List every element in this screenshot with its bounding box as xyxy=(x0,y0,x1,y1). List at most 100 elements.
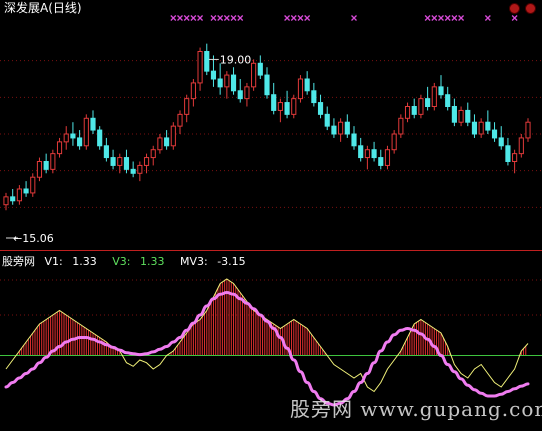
candle-body xyxy=(277,102,283,111)
candle-body xyxy=(177,113,183,127)
candle-body xyxy=(411,106,417,115)
v1-readout: V1: 1.33 xyxy=(45,255,103,268)
candle-body xyxy=(224,74,230,88)
mv3-readout: MV3: -3.15 xyxy=(180,255,252,268)
candle-body xyxy=(130,168,136,174)
candle-body xyxy=(364,149,370,159)
candle-body xyxy=(438,86,444,96)
close-button[interactable] xyxy=(525,3,536,14)
candle-body xyxy=(3,196,9,206)
candle-body xyxy=(103,145,109,159)
candle-body xyxy=(491,129,498,139)
candle-body xyxy=(512,153,518,162)
stock-chart: 19.00 ←15.06 xyxy=(0,15,542,407)
candle-body xyxy=(204,51,210,72)
candle-body xyxy=(485,121,491,131)
candle-body xyxy=(344,121,350,135)
signal-mark xyxy=(230,15,237,21)
candle-body xyxy=(465,109,471,123)
candle-body xyxy=(110,157,116,166)
chart-title: 深发展A(日线) xyxy=(4,2,82,15)
candle-body xyxy=(184,98,190,115)
signal-mark xyxy=(190,15,197,21)
candle-body xyxy=(210,70,217,80)
candle-body xyxy=(123,157,130,170)
signal-mark xyxy=(210,15,217,21)
v3-readout: V3: 1.33 xyxy=(112,255,170,268)
candle-body xyxy=(445,94,451,108)
v3-value: 1.33 xyxy=(139,255,165,268)
candle-body xyxy=(471,121,478,135)
mv3-value: -3.15 xyxy=(217,255,246,268)
indicator-name: 股旁网 xyxy=(2,255,35,268)
candle-body xyxy=(43,161,49,170)
candle-body xyxy=(391,133,397,151)
candle-body xyxy=(358,145,364,159)
candle-body xyxy=(257,62,263,76)
candle-body xyxy=(331,125,337,135)
candle-body xyxy=(157,137,163,151)
candle-body xyxy=(70,133,76,139)
candle-body xyxy=(10,196,16,202)
signal-mark xyxy=(197,15,204,21)
candle-body xyxy=(30,176,36,194)
stock-name: 深发展A xyxy=(4,1,49,15)
signal-mark xyxy=(183,15,190,21)
signal-mark xyxy=(237,15,244,21)
signal-mark xyxy=(223,15,230,21)
signal-mark xyxy=(217,15,224,21)
candle-body xyxy=(398,117,404,135)
signal-mark xyxy=(458,15,465,21)
signal-mark xyxy=(290,15,297,21)
candle-body xyxy=(150,149,156,159)
candle-body xyxy=(217,78,223,88)
minimize-button[interactable] xyxy=(509,3,520,14)
mv3-label: MV3: xyxy=(179,255,208,268)
candle-body xyxy=(518,137,524,155)
high-price-label: 19.00 xyxy=(220,53,252,66)
chart-stage: 19.00 ←15.06 xyxy=(0,0,542,427)
candle-body xyxy=(525,121,531,139)
candle-body xyxy=(431,86,437,107)
candle-body xyxy=(324,113,330,127)
candle-body xyxy=(244,86,250,100)
signal-mark xyxy=(284,15,291,21)
candle-body xyxy=(63,133,69,143)
candle-body xyxy=(451,106,457,123)
candle-body xyxy=(284,102,290,115)
signal-mark xyxy=(484,15,491,21)
candle-body xyxy=(164,137,170,147)
candle-body xyxy=(418,98,424,115)
low-price-label: ←15.06 xyxy=(13,232,54,245)
candle-body xyxy=(291,98,297,115)
candle-body xyxy=(478,121,484,135)
signal-mark xyxy=(431,15,438,21)
candle-body xyxy=(338,121,344,135)
candle-body xyxy=(311,90,317,104)
candle-body xyxy=(197,51,203,84)
v1-value: 1.33 xyxy=(72,255,97,268)
candle-body xyxy=(77,137,83,147)
signal-mark xyxy=(438,15,444,21)
candle-body xyxy=(190,82,196,100)
candle-body xyxy=(297,78,304,100)
candle-body xyxy=(170,125,176,147)
candle-body xyxy=(50,153,56,170)
candle-body xyxy=(97,129,103,147)
signal-mark xyxy=(297,15,304,21)
candle-body xyxy=(378,157,384,166)
watermark: 股旁网 www.gupang.com xyxy=(290,397,542,421)
candle-body xyxy=(117,157,123,166)
candle-body xyxy=(90,117,96,131)
candle-body xyxy=(36,161,43,178)
candle-body xyxy=(230,74,237,92)
candle-body xyxy=(458,109,464,123)
candle-body xyxy=(371,149,377,159)
candle-body xyxy=(264,74,270,96)
candle-body xyxy=(404,106,411,119)
signal-mark xyxy=(424,15,431,21)
signal-mark xyxy=(444,15,451,21)
candle-body xyxy=(304,78,310,92)
candle-body xyxy=(143,157,150,166)
v3-label: V3: xyxy=(112,255,131,268)
